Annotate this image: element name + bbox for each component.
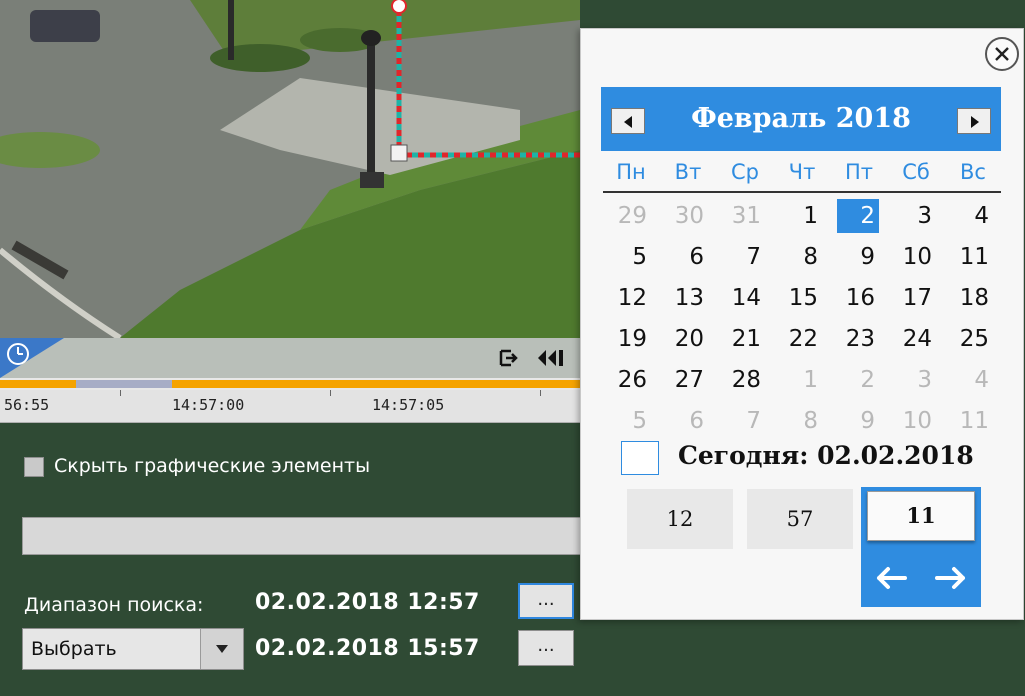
rewind-to-start-icon[interactable]: [536, 348, 566, 368]
weekday-label: Вт: [674, 160, 702, 184]
clock-icon[interactable]: [6, 342, 30, 366]
timeline-tick: [120, 390, 121, 396]
calendar-day[interactable]: 5: [609, 240, 651, 274]
timeline-recorded-segment: [172, 380, 580, 388]
exit-icon[interactable]: [498, 348, 518, 368]
date-picker-popup: Февраль 2018 Пн Вт Ср Чт Пт Сб Вс Сегодн…: [580, 28, 1024, 620]
range-start-value: 02.02.2018 12:57: [255, 590, 480, 615]
prev-month-button[interactable]: [611, 108, 645, 134]
arrow-left-icon[interactable]: [873, 563, 909, 593]
second-field[interactable]: 11: [867, 491, 975, 541]
calendar-day[interactable]: 7: [723, 404, 765, 438]
close-button[interactable]: [985, 37, 1019, 71]
calendar-day[interactable]: 15: [780, 281, 822, 315]
calendar-day[interactable]: 14: [723, 281, 765, 315]
dropdown-selected-value: Выбрать: [31, 638, 117, 660]
arrow-right-icon[interactable]: [933, 563, 969, 593]
minute-field[interactable]: 57: [747, 489, 853, 549]
calendar-day[interactable]: 4: [951, 363, 993, 397]
camera-video-view[interactable]: [0, 0, 580, 338]
hour-field[interactable]: 12: [627, 489, 733, 549]
calendar-day[interactable]: 28: [723, 363, 765, 397]
calendar-day[interactable]: 11: [951, 404, 993, 438]
calendar-day[interactable]: 1: [780, 199, 822, 233]
triangle-right-icon: [971, 116, 979, 128]
timeline-tick-label: 56:55: [4, 396, 50, 414]
today-label[interactable]: Сегодня: 02.02.2018: [678, 441, 974, 470]
calendar-day[interactable]: 17: [894, 281, 936, 315]
calendar-day[interactable]: 10: [894, 240, 936, 274]
search-range-label: Диапазон поиска:: [24, 594, 204, 616]
timeline-scale[interactable]: 56:55 14:57:00 14:57:05: [0, 390, 580, 423]
search-field[interactable]: [22, 517, 582, 555]
calendar-day[interactable]: 30: [666, 199, 708, 233]
timeline-tick: [540, 390, 541, 396]
calendar-day[interactable]: 16: [837, 281, 879, 315]
calendar-day[interactable]: 24: [894, 322, 936, 356]
calendar-day[interactable]: 22: [780, 322, 822, 356]
player-controls-bar: [0, 338, 580, 378]
calendar-day[interactable]: 3: [894, 363, 936, 397]
calendar-day[interactable]: 21: [723, 322, 765, 356]
close-icon: [995, 47, 1009, 61]
range-end-picker-button[interactable]: ...: [518, 630, 574, 666]
camera-scene: [0, 0, 580, 338]
calendar-day[interactable]: 25: [951, 322, 993, 356]
next-month-button[interactable]: [957, 108, 991, 134]
calendar-day[interactable]: 6: [666, 404, 708, 438]
calendar-day[interactable]: 18: [951, 281, 993, 315]
calendar-day[interactable]: 4: [951, 199, 993, 233]
calendar-day[interactable]: 2: [837, 363, 879, 397]
hide-graphics-checkbox[interactable]: [24, 457, 44, 477]
range-start-picker-button[interactable]: ...: [518, 583, 574, 619]
calendar-day[interactable]: 29: [609, 199, 651, 233]
calendar-day[interactable]: 12: [609, 281, 651, 315]
timeline-track[interactable]: [0, 378, 580, 390]
timeline-tick: [330, 390, 331, 396]
range-preset-dropdown[interactable]: Выбрать: [22, 628, 244, 670]
weekday-label: Вс: [960, 160, 986, 184]
calendar-day[interactable]: 10: [894, 404, 936, 438]
calendar-day[interactable]: 8: [780, 240, 822, 274]
calendar-day[interactable]: 8: [780, 404, 822, 438]
dropdown-toggle[interactable]: [200, 629, 243, 669]
calendar-day[interactable]: 13: [666, 281, 708, 315]
calendar-day[interactable]: 9: [837, 404, 879, 438]
month-header: Февраль 2018: [601, 87, 1001, 151]
calendar-day[interactable]: 11: [951, 240, 993, 274]
calendar-day[interactable]: 6: [666, 240, 708, 274]
range-end-value: 02.02.2018 15:57: [255, 636, 480, 661]
today-checkbox[interactable]: [621, 441, 659, 475]
calendar-day[interactable]: 31: [723, 199, 765, 233]
calendar-day[interactable]: 2: [837, 199, 879, 233]
chevron-down-icon: [216, 645, 228, 653]
timeline-tick-label: 14:57:05: [372, 396, 445, 414]
calendar-day[interactable]: 23: [837, 322, 879, 356]
month-title: Февраль 2018: [691, 103, 911, 134]
second-field-panel: 11: [861, 487, 981, 607]
calendar-day[interactable]: 3: [894, 199, 936, 233]
weekday-label: Ср: [731, 160, 759, 184]
calendar-day[interactable]: 20: [666, 322, 708, 356]
timeline-tick-label: 14:57:00: [172, 396, 245, 414]
calendar-day[interactable]: 5: [609, 404, 651, 438]
calendar-day[interactable]: 9: [837, 240, 879, 274]
weekday-label: Чт: [788, 160, 816, 184]
calendar-day[interactable]: 27: [666, 363, 708, 397]
calendar-day[interactable]: 1: [780, 363, 822, 397]
hide-graphics-label: Скрыть графические элементы: [54, 455, 371, 477]
weekday-row: Пн Вт Ср Чт Пт Сб Вс: [603, 157, 1001, 193]
calendar-day[interactable]: 26: [609, 363, 651, 397]
timeline-recorded-segment: [0, 380, 76, 388]
weekday-label: Пн: [616, 160, 646, 184]
weekday-label: Пт: [844, 160, 874, 184]
triangle-left-icon: [624, 116, 632, 128]
calendar-day[interactable]: 19: [609, 322, 651, 356]
calendar-day[interactable]: 7: [723, 240, 765, 274]
timeline-played-segment: [76, 380, 172, 388]
weekday-label: Сб: [902, 160, 930, 184]
